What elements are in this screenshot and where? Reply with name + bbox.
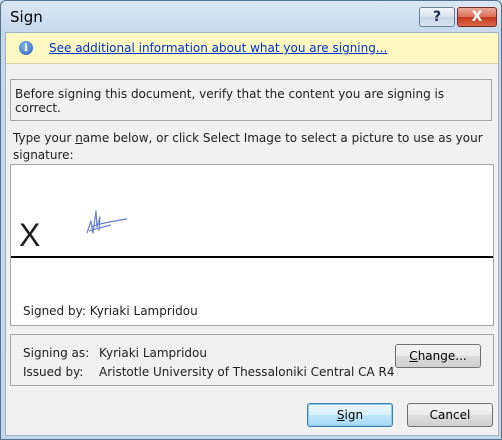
close-icon: X: [471, 9, 483, 25]
dialog-body: i See additional information about what …: [5, 32, 499, 436]
sign-accelerator: S: [336, 408, 345, 422]
signing-as-label: Signing as:: [23, 346, 90, 360]
help-icon: ?: [432, 9, 442, 25]
signing-as-value: Kyriaki Lampridou: [99, 346, 207, 360]
issued-by-label: Issued by:: [23, 365, 84, 379]
prompt-text-end: ame below, or click Select Image to sele…: [13, 131, 483, 162]
issued-by-value: Aristotle University of Thessaloniki Cen…: [99, 365, 395, 379]
signature-x-mark: X: [19, 217, 41, 253]
close-button[interactable]: X: [457, 7, 497, 27]
signature-image: [86, 210, 128, 234]
signature-prompt: Type your name below, or click Select Im…: [13, 130, 483, 164]
sign-dialog: Sign ? X i See additional information ab…: [0, 0, 502, 440]
cancel-button[interactable]: Cancel: [407, 403, 493, 427]
change-button-label: hange...: [417, 349, 467, 363]
help-button[interactable]: ?: [419, 7, 455, 27]
prompt-accelerator: n: [75, 131, 83, 145]
title-bar[interactable]: Sign ? X: [1, 1, 501, 33]
change-accelerator: C: [409, 349, 418, 363]
instructions-box: Before signing this document, verify tha…: [10, 79, 492, 121]
info-icon: i: [19, 41, 33, 55]
prompt-text-start: Type your: [13, 131, 76, 145]
signed-by-text: Signed by: Kyriaki Lampridou: [23, 304, 198, 318]
signature-line: [11, 256, 493, 258]
cancel-button-label: Cancel: [429, 408, 471, 422]
info-bar: i See additional information about what …: [6, 33, 498, 64]
sign-button[interactable]: Sign: [307, 403, 393, 427]
instructions-text: Before signing this document, verify tha…: [15, 87, 445, 115]
additional-info-link[interactable]: See additional information about what yo…: [49, 41, 387, 55]
sign-button-label: ign: [344, 408, 364, 422]
window-title: Sign: [10, 8, 43, 26]
change-button[interactable]: Change...: [395, 344, 481, 368]
signature-input-area[interactable]: X Signed by: Kyriaki Lampridou: [10, 164, 494, 326]
